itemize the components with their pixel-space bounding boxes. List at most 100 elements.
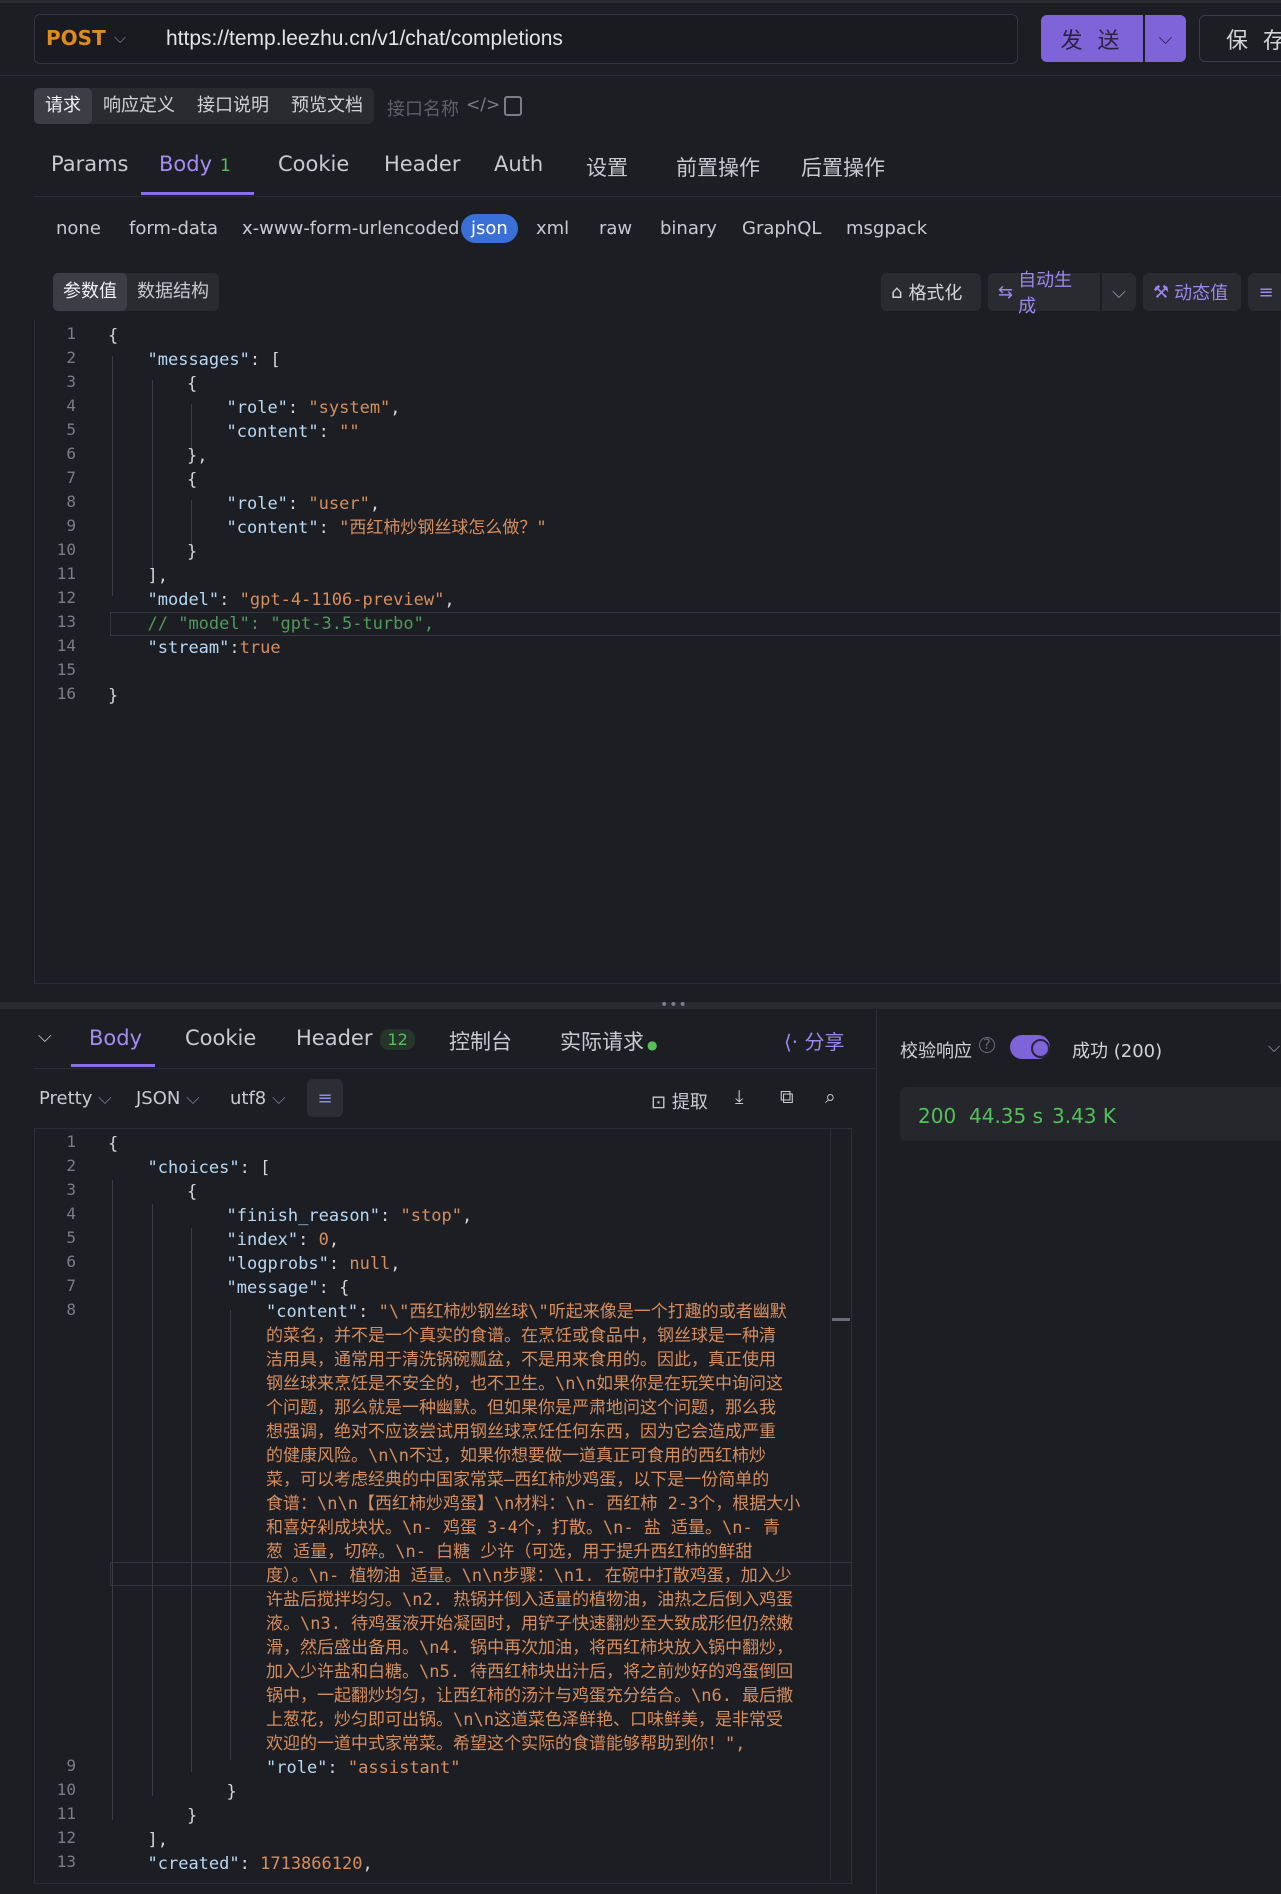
toggle-knob <box>1031 1039 1050 1058</box>
json-key: "role" <box>226 398 288 418</box>
line-number: 3 <box>66 1180 76 1199</box>
json-punct: , <box>390 1254 401 1274</box>
body-type-json[interactable]: json <box>461 214 518 243</box>
search-icon[interactable]: ⌕ <box>825 1086 836 1108</box>
scrollbar[interactable] <box>830 1130 849 1880</box>
body-type-graphql[interactable]: GraphQL <box>742 218 821 239</box>
tab-header[interactable]: Header <box>384 152 460 176</box>
method-select[interactable]: POST <box>46 26 106 50</box>
scrollbar-thumb[interactable] <box>832 1318 850 1321</box>
tab-body-label: Body <box>159 152 213 176</box>
line-number: 7 <box>66 468 76 487</box>
body-type-msgpack[interactable]: msgpack <box>846 218 927 239</box>
body-type-xml[interactable]: xml <box>536 218 569 239</box>
code-line: "stream":true <box>148 636 281 660</box>
json-key: "content" <box>226 518 319 538</box>
interface-name-input[interactable]: 接口名称 <box>387 95 459 121</box>
resp-tab-cookie[interactable]: Cookie <box>185 1026 256 1050</box>
validation-result-select[interactable]: 成功 (200) <box>1072 1037 1162 1063</box>
json-punct: : <box>327 1758 348 1778</box>
code-line: } <box>187 1804 197 1828</box>
send-button[interactable]: 发 送 <box>1041 15 1143 62</box>
resp-tab-header[interactable]: Header 12 <box>296 1026 415 1050</box>
send-dropdown-button[interactable]: ⌵ <box>1145 15 1186 62</box>
line-number: 10 <box>56 540 76 559</box>
side-panel-icon[interactable] <box>504 96 522 116</box>
tab-cookie[interactable]: Cookie <box>278 152 349 176</box>
code-line: "logprobs": null, <box>227 1252 401 1276</box>
json-punct: { <box>108 326 119 346</box>
tab-pre-operations[interactable]: 前置操作 <box>676 152 760 182</box>
tab-post-operations[interactable]: 后置操作 <box>801 152 885 182</box>
pane-splitter[interactable] <box>0 1002 1281 1009</box>
copy-icon[interactable]: ⧉ <box>780 1086 794 1108</box>
format-button[interactable]: ⌂ 格式化 <box>881 273 981 311</box>
code-line: } <box>187 540 197 564</box>
chevron-down-icon[interactable]: ⌵ <box>114 28 126 48</box>
body-type-none[interactable]: none <box>56 218 101 239</box>
help-icon[interactable]: ? <box>979 1037 995 1053</box>
view-mode-select[interactable]: Pretty ⌵ <box>39 1088 112 1109</box>
tab-request[interactable]: 请求 <box>34 88 92 124</box>
resp-tab-header-label: Header <box>296 1026 373 1050</box>
tab-settings[interactable]: 设置 <box>586 152 628 182</box>
json-punct: } <box>187 542 198 562</box>
share-button[interactable]: ⟨· 分享 <box>784 1026 845 1055</box>
url-input[interactable]: https://temp.leezhu.cn/v1/chat/completio… <box>166 27 563 51</box>
json-key: "stream" <box>147 638 230 658</box>
body-type-urlencoded[interactable]: x-www-form-urlencoded <box>242 218 459 239</box>
download-icon[interactable]: ⤓ <box>735 1086 743 1108</box>
json-colon: : <box>219 590 240 610</box>
save-button[interactable]: 保 存 <box>1199 15 1281 62</box>
json-punct: : [ <box>249 350 281 370</box>
body-count-badge: 1 <box>220 156 231 176</box>
code-line: "role": "user", <box>227 492 381 516</box>
code-line: 和喜好剁成块状。\n- 鸡蛋 3-4个，打散。\n- 盐 适量。\n- 青 <box>266 1516 780 1540</box>
tab-response-definition[interactable]: 响应定义 <box>92 88 186 124</box>
json-punct: , <box>369 494 381 514</box>
json-value: "西红柿炒钢丝球怎么做？" <box>339 518 547 538</box>
chevron-down-icon[interactable]: ⌵ <box>1268 1037 1280 1057</box>
tab-param-values[interactable]: 参数值 <box>53 273 127 311</box>
code-line: 个问题，那么就是一种幽默。但如果你是严肃地问这个问题，那么我 <box>266 1396 776 1420</box>
json-string: 的菜名，并不是一个真实的食谱。在烹饪或食品中，钢丝球是一种清 <box>266 1326 776 1346</box>
resp-tab-body[interactable]: Body <box>89 1026 142 1050</box>
resp-tab-actual-request[interactable]: 实际请求 ● <box>560 1026 657 1056</box>
code-line: 菜，可以考虑经典的中国家常菜—西红柿炒鸡蛋，以下是一份简单的 <box>266 1468 769 1492</box>
format-select[interactable]: JSON ⌵ <box>136 1088 200 1109</box>
tab-interface-doc[interactable]: 接口说明 <box>186 88 280 124</box>
code-line: 钢丝球来烹饪是不安全的，也不卫生。\n\n如果你是在玩笑中询问这 <box>266 1372 783 1396</box>
drag-handle-icon[interactable]: ••• <box>660 997 688 1013</box>
body-type-binary[interactable]: binary <box>660 218 717 239</box>
json-punct: , <box>362 1854 373 1874</box>
tab-params[interactable]: Params <box>51 152 129 176</box>
resp-tab-console[interactable]: 控制台 <box>449 1026 512 1056</box>
code-line: "content": "" <box>227 420 360 444</box>
line-number: 11 <box>56 564 76 583</box>
auto-generate-dropdown[interactable]: ⌵ <box>1102 273 1136 311</box>
json-string: 加入少许盐和白糖。\n5. 待西红柿块出汁后，将之前炒好的鸡蛋倒回 <box>266 1662 794 1682</box>
magic-wand-icon: ⚒ <box>1153 281 1170 303</box>
wrap-lines-icon[interactable]: ≡ <box>1248 273 1281 311</box>
body-type-raw[interactable]: raw <box>599 218 632 239</box>
code-line: "content": "西红柿炒钢丝球怎么做？" <box>227 516 547 540</box>
code-line: 加入少许盐和白糖。\n5. 待西红柿块出汁后，将之前炒好的鸡蛋倒回 <box>266 1660 793 1684</box>
encoding-select[interactable]: utf8 ⌵ <box>230 1088 286 1109</box>
json-punct: : <box>298 1230 319 1250</box>
tab-auth[interactable]: Auth <box>494 152 543 176</box>
dynamic-value-button[interactable]: ⚒ 动态值 <box>1143 273 1241 311</box>
tab-preview-doc[interactable]: 预览文档 <box>280 88 374 124</box>
json-value: "stop" <box>400 1206 462 1226</box>
tab-body[interactable]: Body 1 <box>159 152 231 176</box>
auto-generate-button[interactable]: ⇆ 自动生成 <box>988 270 1100 317</box>
tab-data-structure[interactable]: 数据结构 <box>127 273 219 311</box>
wrap-lines-icon[interactable]: ≡ <box>307 1079 343 1117</box>
json-value: 0 <box>318 1230 329 1250</box>
body-type-form-data[interactable]: form-data <box>129 218 218 239</box>
collapse-chevron-icon[interactable]: ⌵ <box>38 1026 52 1047</box>
code-line: ], <box>148 1828 168 1852</box>
json-punct: : <box>358 1302 379 1322</box>
extract-button[interactable]: ⊡ 提取 <box>651 1088 708 1114</box>
code-line: 洁用具，通常用于清洗锅碗瓢盆，不是用来食用的。因此，真正使用 <box>266 1348 776 1372</box>
code-icon[interactable]: </> <box>466 95 500 115</box>
